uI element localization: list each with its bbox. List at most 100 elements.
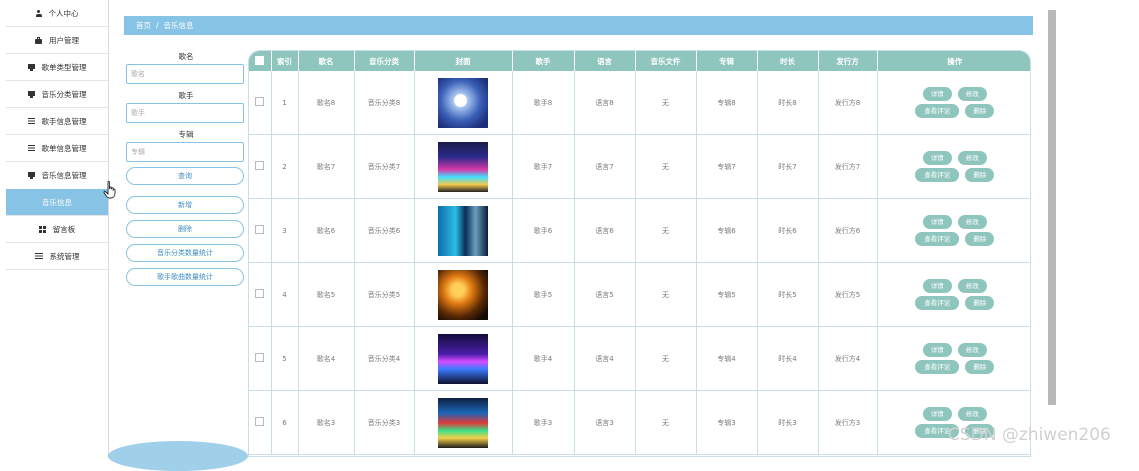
cell-music-file: 无 (635, 198, 697, 263)
cover-image (438, 77, 488, 128)
cell-duration: 时长5 (757, 262, 819, 327)
edit-button[interactable]: 修改 (957, 87, 987, 101)
cell-language: 语言3 (574, 390, 636, 455)
row-delete-button[interactable]: 删除 (965, 104, 995, 118)
delete-button[interactable]: 删除 (126, 220, 244, 238)
row-checkbox[interactable] (249, 134, 272, 199)
cell-index: 3 (271, 198, 299, 263)
monitor-icon (27, 172, 35, 179)
edit-button[interactable]: 修改 (957, 215, 987, 229)
sidebar-item-message-board[interactable]: 留言板 (6, 216, 108, 243)
cell-duration: 时长7 (757, 134, 819, 199)
cell-publisher: 发行方8 (818, 71, 878, 135)
row-delete-button[interactable]: 删除 (965, 168, 995, 182)
cell-actions: 详情 修改查看评论 删除 (877, 71, 1030, 135)
sidebar-item-music-category-management[interactable]: 音乐分类管理 (6, 81, 108, 108)
table-row: 4 歌名5 音乐分类5 歌手5 语言5 无 专辑5 时长5 发行方5 详情 修改查… (249, 262, 1030, 327)
album-input[interactable]: 专辑 (126, 142, 244, 162)
cell-actions: 详情 修改查看评论 删除 (877, 134, 1030, 199)
cell-song-name: 歌名3 (298, 390, 355, 455)
cell-publisher: 发行方7 (818, 134, 878, 199)
grid-icon (38, 225, 46, 233)
song-name-label: 歌名 (178, 52, 194, 61)
cell-singer: 歌手7 (512, 134, 575, 199)
table-row: 5 歌名4 音乐分类4 歌手4 语言4 无 专辑4 时长4 发行方4 详情 修改查… (249, 326, 1030, 391)
sidebar-item-music-management[interactable]: 音乐信息管理 (6, 162, 108, 189)
edit-button[interactable]: 修改 (957, 279, 987, 293)
sidebar-item-playlist-type-management[interactable]: 歌单类型管理 (6, 54, 108, 81)
detail-button[interactable]: 详情 (922, 407, 952, 421)
cell-index: 6 (271, 390, 299, 455)
cover-image (438, 205, 488, 256)
row-delete-button[interactable]: 删除 (965, 360, 995, 374)
briefcase-icon (35, 36, 42, 44)
header-actions: 操作 (877, 51, 1030, 71)
row-checkbox[interactable] (249, 71, 272, 135)
header-language: 语言 (574, 51, 636, 71)
table-row: 6 歌名3 音乐分类3 歌手3 语言3 无 专辑3 时长3 发行方3 详情 修改查… (249, 390, 1030, 455)
edit-button[interactable]: 修改 (957, 151, 987, 165)
cell-index: 5 (271, 326, 299, 391)
view-comments-button[interactable]: 查看评论 (915, 360, 960, 374)
cover-image (438, 269, 488, 320)
sidebar-item-system-management[interactable]: 系统管理 (6, 243, 108, 270)
detail-button[interactable]: 详情 (922, 215, 952, 229)
singer-input[interactable]: 歌手 (126, 103, 244, 123)
cell-album: 专辑3 (696, 390, 758, 455)
cell-category: 音乐分类4 (354, 326, 415, 391)
view-comments-button[interactable]: 查看评论 (915, 232, 960, 246)
breadcrumb-home[interactable]: 首页 (136, 20, 151, 31)
cell-song-name: 歌名4 (298, 326, 355, 391)
add-button[interactable]: 新增 (126, 196, 244, 214)
sidebar-item-singer-management[interactable]: 歌手信息管理 (6, 108, 108, 135)
cell-album: 专辑8 (696, 71, 758, 135)
music-category-stats-button[interactable]: 音乐分类数量统计 (126, 244, 244, 262)
row-checkbox[interactable] (249, 262, 272, 327)
cell-index: 2 (271, 134, 299, 199)
cover-image (438, 141, 488, 192)
cell-music-file: 无 (635, 390, 697, 455)
sidebar-item-music-info[interactable]: 音乐信息 (6, 189, 108, 216)
singer-song-stats-button[interactable]: 歌手歌曲数量统计 (126, 268, 244, 286)
song-name-input[interactable]: 歌名 (126, 64, 244, 84)
sidebar-item-label: 系统管理 (49, 251, 80, 261)
cell-song-name: 歌名7 (298, 134, 355, 199)
cell-music-file: 无 (635, 326, 697, 391)
list-icon (27, 118, 35, 124)
header-duration: 时长 (757, 51, 819, 71)
breadcrumb: 首页 / 音乐信息 (124, 16, 1033, 35)
table-row: 1 歌名8 音乐分类8 歌手8 语言8 无 专辑8 时长8 发行方8 详情 修改查… (249, 71, 1030, 135)
detail-button[interactable]: 详情 (922, 87, 952, 101)
sidebar-item-user-management[interactable]: 用户管理 (6, 27, 108, 54)
vertical-scrollbar[interactable] (1048, 10, 1056, 405)
cell-music-file: 无 (635, 262, 697, 327)
sidebar-item-personal-center[interactable]: 个人中心 (6, 0, 108, 27)
select-all-checkbox[interactable] (249, 51, 272, 71)
cell-cover (414, 262, 513, 327)
row-checkbox[interactable] (249, 198, 272, 263)
view-comments-button[interactable]: 查看评论 (915, 296, 960, 310)
cell-index: 4 (271, 262, 299, 327)
sidebar-item-label: 留言板 (52, 224, 76, 234)
sidebar-item-playlist-management[interactable]: 歌单信息管理 (6, 135, 108, 162)
cell-cover (414, 390, 513, 455)
row-checkbox[interactable] (249, 390, 272, 455)
detail-button[interactable]: 详情 (922, 343, 952, 357)
edit-button[interactable]: 修改 (957, 343, 987, 357)
query-button[interactable]: 查询 (126, 167, 244, 185)
detail-button[interactable]: 详情 (922, 279, 952, 293)
row-delete-button[interactable]: 删除 (965, 296, 995, 310)
edit-button[interactable]: 修改 (957, 407, 987, 421)
cell-singer: 歌手8 (512, 71, 575, 135)
album-label: 专辑 (178, 130, 194, 139)
cover-image (438, 397, 488, 448)
table-header-row: 索引 歌名 音乐分类 封面 歌手 语言 音乐文件 专辑 时长 发行方 操作 (249, 51, 1030, 71)
view-comments-button[interactable]: 查看评论 (915, 168, 960, 182)
detail-button[interactable]: 详情 (922, 151, 952, 165)
cell-singer: 歌手3 (512, 390, 575, 455)
row-checkbox[interactable] (249, 326, 272, 391)
cell-cover (414, 198, 513, 263)
view-comments-button[interactable]: 查看评论 (915, 104, 960, 118)
cell-actions: 详情 修改查看评论 删除 (877, 326, 1030, 391)
row-delete-button[interactable]: 删除 (965, 232, 995, 246)
